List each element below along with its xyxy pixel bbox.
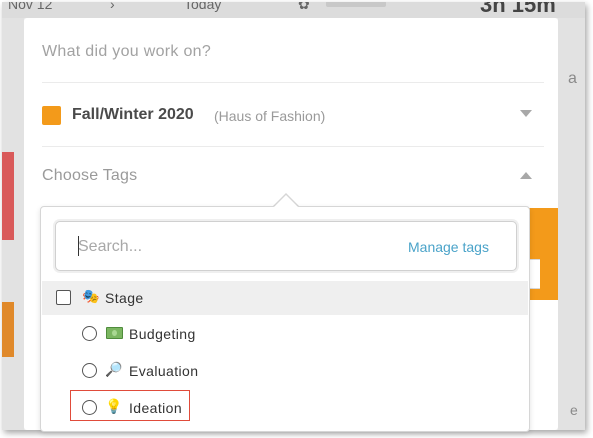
divider: [42, 146, 544, 147]
tag-search-input[interactable]: [78, 235, 378, 259]
tag-option-budgeting[interactable]: Budgeting: [42, 317, 528, 351]
highlight-box: [70, 390, 190, 421]
magnifying-glass-icon: 🔎: [105, 361, 123, 377]
tag-search-box: Manage tags: [55, 221, 517, 271]
background-next-day-icon: ›: [110, 2, 115, 12]
evaluation-radio[interactable]: [82, 363, 97, 378]
background-orange-entry: [2, 302, 14, 357]
tag-option-label: Evaluation: [129, 363, 199, 379]
background-right-letter: a: [568, 70, 577, 87]
manage-tags-link[interactable]: Manage tags: [408, 239, 489, 255]
theater-masks-icon: 🎭: [82, 288, 100, 304]
project-name: Fall/Winter 2020: [72, 106, 194, 123]
budgeting-radio[interactable]: [82, 326, 97, 341]
chevron-up-icon[interactable]: [520, 172, 532, 179]
background-right-letter-bottom: e: [570, 402, 578, 418]
background-select: [326, 2, 386, 7]
background-date: Nov 12: [8, 2, 53, 12]
stage-checkbox[interactable]: [56, 290, 71, 305]
tag-group-label: Stage: [105, 290, 144, 306]
text-cursor: [78, 236, 79, 256]
choose-tags-label: Choose Tags: [42, 167, 138, 184]
dollar-bill-icon: [106, 327, 123, 339]
background-org-icon: ✿: [298, 2, 310, 12]
background-today-button: Today: [184, 2, 222, 12]
background-red-entry: [2, 152, 14, 240]
dropdown-pointer-fill: [274, 195, 298, 207]
tag-option-evaluation[interactable]: 🔎 Evaluation: [42, 354, 528, 388]
background-header: Nov 12 › Today ✿ 3h 15m: [2, 2, 585, 18]
tag-group-stage[interactable]: 🎭 Stage: [42, 281, 528, 315]
divider: [42, 82, 544, 83]
tag-option-label: Budgeting: [129, 326, 196, 342]
background-duration: 3h 15m: [480, 2, 556, 17]
project-color-swatch: [42, 106, 61, 125]
work-description-input[interactable]: What did you work on?: [42, 43, 211, 61]
project-client: (Haus of Fashion): [214, 108, 326, 124]
chevron-down-icon[interactable]: [520, 110, 532, 117]
